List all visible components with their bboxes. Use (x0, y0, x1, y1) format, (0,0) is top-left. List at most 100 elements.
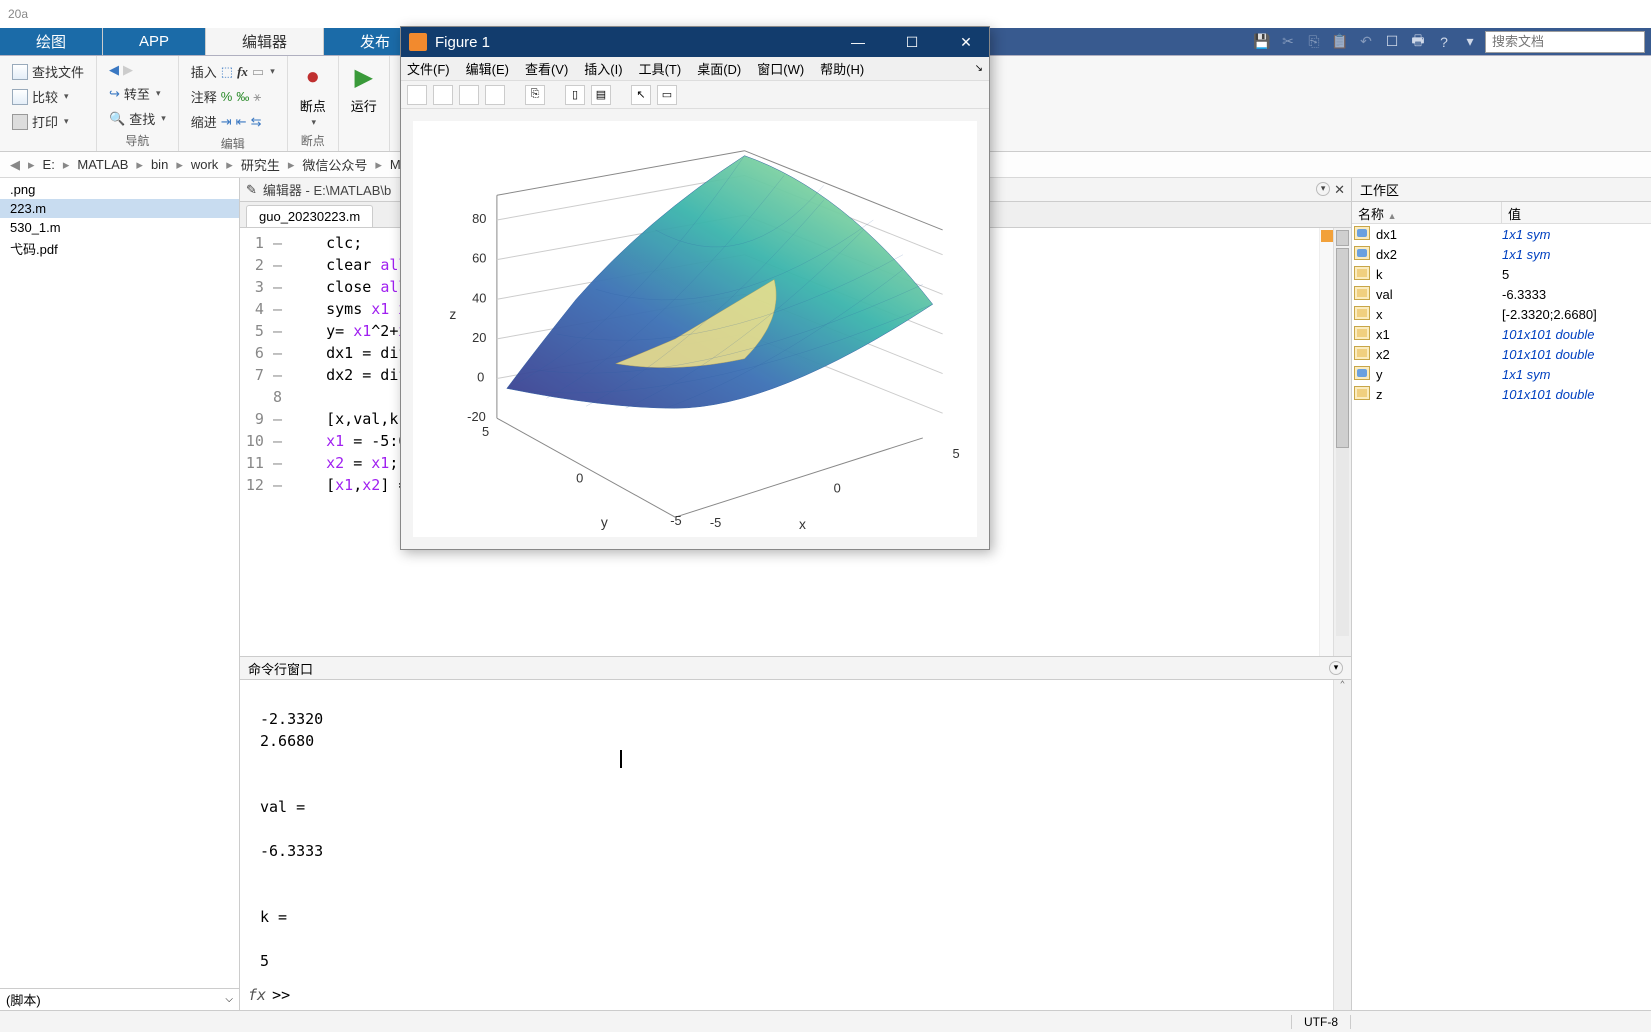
save-icon[interactable] (459, 85, 479, 105)
figure-window[interactable]: Figure 1 — ☐ ✕ 文件(F) 编辑(E) 查看(V) 插入(I) 工… (400, 26, 990, 550)
svg-text:z: z (449, 306, 456, 322)
workspace-panel: 工作区 名称 ▲ 值 dx11x1 symdx21x1 symk5val-6.3… (1351, 178, 1651, 1010)
command-window-header: 命令行窗口 ▾ (240, 656, 1351, 680)
switch-icon[interactable]: ☐ (1381, 31, 1403, 53)
breakpoint-label: 断点 (300, 96, 326, 115)
text-cursor (620, 750, 622, 768)
nav-back-button[interactable]: ◀▶ (105, 60, 170, 80)
file-item[interactable]: 530_1.m (0, 218, 239, 237)
run-icon[interactable]: ▶ (347, 60, 381, 94)
find-file-button[interactable]: 查找文件 (8, 60, 88, 83)
tab-editor[interactable]: 编辑器 (206, 28, 324, 55)
workspace-var[interactable]: x2101x101 double (1352, 344, 1651, 364)
workspace-var[interactable]: val-6.3333 (1352, 284, 1651, 304)
compare-button[interactable]: 比较▾ (8, 85, 88, 108)
svg-text:-5: -5 (710, 515, 721, 530)
bc-back-icon[interactable]: ◀ (10, 157, 20, 173)
menu-edit[interactable]: 编辑(E) (466, 59, 509, 78)
editor-tab[interactable]: guo_20230223.m (246, 205, 373, 227)
pointer-icon[interactable]: ↖ (631, 85, 651, 105)
open-icon[interactable] (433, 85, 453, 105)
edit-icon: ✎ (246, 182, 257, 198)
rotate-icon[interactable]: ▯ (565, 85, 585, 105)
status-bar: UTF-8 (0, 1010, 1651, 1032)
svg-text:20: 20 (472, 330, 486, 345)
paste-icon[interactable]: 📋 (1329, 31, 1351, 53)
comment-button[interactable]: 注释 % ‰ ⚹ (187, 85, 279, 108)
breakpoint-icon[interactable]: ● (296, 60, 330, 94)
col-name[interactable]: 名称 ▲ (1352, 202, 1502, 223)
dropdown-icon[interactable]: ▾ (1316, 182, 1330, 196)
save-icon[interactable]: 💾 (1251, 31, 1273, 53)
group-label-edit: 编辑 (187, 135, 279, 152)
minimize-icon[interactable]: — (843, 34, 873, 51)
link-icon[interactable]: ⎘ (525, 85, 545, 105)
insert-button[interactable]: 插入 ⬚ fx ▭▾ (187, 60, 279, 83)
svg-text:-5: -5 (670, 513, 681, 528)
menu-window[interactable]: 窗口(W) (757, 59, 804, 78)
workspace-var[interactable]: dx11x1 sym (1352, 224, 1651, 244)
datatip-icon[interactable]: ▭ (657, 85, 677, 105)
colorbar-icon[interactable]: ▤ (591, 85, 611, 105)
workspace-var[interactable]: z101x101 double (1352, 384, 1651, 404)
menu-help[interactable]: 帮助(H) (820, 59, 864, 78)
run-label: 运行 (351, 96, 377, 115)
workspace-var[interactable]: x1101x101 double (1352, 324, 1651, 344)
workspace-columns: 名称 ▲ 值 (1352, 202, 1651, 224)
figure-menubar: 文件(F) 编辑(E) 查看(V) 插入(I) 工具(T) 桌面(D) 窗口(W… (401, 57, 989, 81)
workspace-var[interactable]: k5 (1352, 264, 1651, 284)
svg-text:x: x (799, 516, 806, 532)
group-label-break: 断点 (296, 132, 330, 149)
file-item[interactable]: .png (0, 180, 239, 199)
workspace-var[interactable]: dx21x1 sym (1352, 244, 1651, 264)
print-button[interactable]: 打印▾ (8, 110, 88, 133)
search-docs-input[interactable] (1485, 31, 1645, 53)
find-button[interactable]: 🔍查找▾ (105, 107, 170, 130)
cut-icon[interactable]: ✂ (1277, 31, 1299, 53)
help-icon[interactable]: ? (1433, 31, 1455, 53)
command-prompt: fx >> (248, 986, 290, 1004)
command-scrollbar[interactable]: ⌃ (1333, 680, 1351, 1010)
svg-text:0: 0 (477, 369, 484, 384)
command-window[interactable]: -2.3320 2.6680val = -6.3333k = 5 fx >> ⌃ (240, 680, 1351, 1010)
figure-titlebar[interactable]: Figure 1 — ☐ ✕ (401, 27, 989, 57)
figure-axes[interactable]: z x y -20 0 20 40 60 80 -5 0 5 -5 0 5 (413, 121, 977, 537)
menu-view[interactable]: 查看(V) (525, 59, 568, 78)
editor-scrollbar[interactable] (1333, 228, 1351, 656)
goto-button[interactable]: ↪转至▾ (105, 82, 170, 105)
copy-icon[interactable]: ⎘ (1303, 31, 1325, 53)
print-icon[interactable]: 🖶 (1407, 31, 1429, 53)
tab-app[interactable]: APP (103, 28, 206, 55)
close-icon[interactable]: ✕ (951, 34, 981, 51)
tab-plot[interactable]: 绘图 (0, 28, 103, 55)
print-icon[interactable] (485, 85, 505, 105)
undo-icon[interactable]: ↶ (1355, 31, 1377, 53)
encoding-indicator[interactable]: UTF-8 (1291, 1015, 1351, 1029)
dropdown-icon[interactable]: ▾ (1459, 31, 1481, 53)
col-value[interactable]: 值 (1502, 202, 1651, 223)
menu-more-icon[interactable]: ↘ (975, 63, 983, 74)
group-label-file (8, 135, 88, 149)
menu-desktop[interactable]: 桌面(D) (697, 59, 741, 78)
svg-text:-20: -20 (467, 409, 486, 424)
figure-toolbar: ⎘ ▯ ▤ ↖ ▭ (401, 81, 989, 109)
menu-tools[interactable]: 工具(T) (639, 59, 682, 78)
workspace-header: 工作区 (1352, 178, 1651, 202)
app-titlebar: 20a (0, 0, 1651, 28)
maximize-icon[interactable]: ☐ (897, 34, 927, 51)
workspace-var[interactable]: x[-2.3320;2.6680] (1352, 304, 1651, 324)
svg-text:0: 0 (834, 480, 841, 495)
menu-file[interactable]: 文件(F) (407, 59, 450, 78)
close-icon[interactable]: ✕ (1334, 182, 1345, 198)
workspace-var[interactable]: y1x1 sym (1352, 364, 1651, 384)
dropdown-icon[interactable]: ▾ (1329, 661, 1343, 675)
fx-icon[interactable]: fx (248, 986, 266, 1004)
svg-text:60: 60 (472, 251, 486, 266)
group-label-nav: 导航 (105, 132, 170, 149)
file-item[interactable]: 223.m (0, 199, 239, 218)
menu-insert[interactable]: 插入(I) (584, 59, 622, 78)
file-item[interactable]: 弋码.pdf (0, 237, 239, 260)
indent-button[interactable]: 缩进 ⇥ ⇤ ⇆ (187, 110, 279, 133)
script-type-bar[interactable]: (脚本) ⌵ (0, 988, 239, 1010)
new-icon[interactable] (407, 85, 427, 105)
